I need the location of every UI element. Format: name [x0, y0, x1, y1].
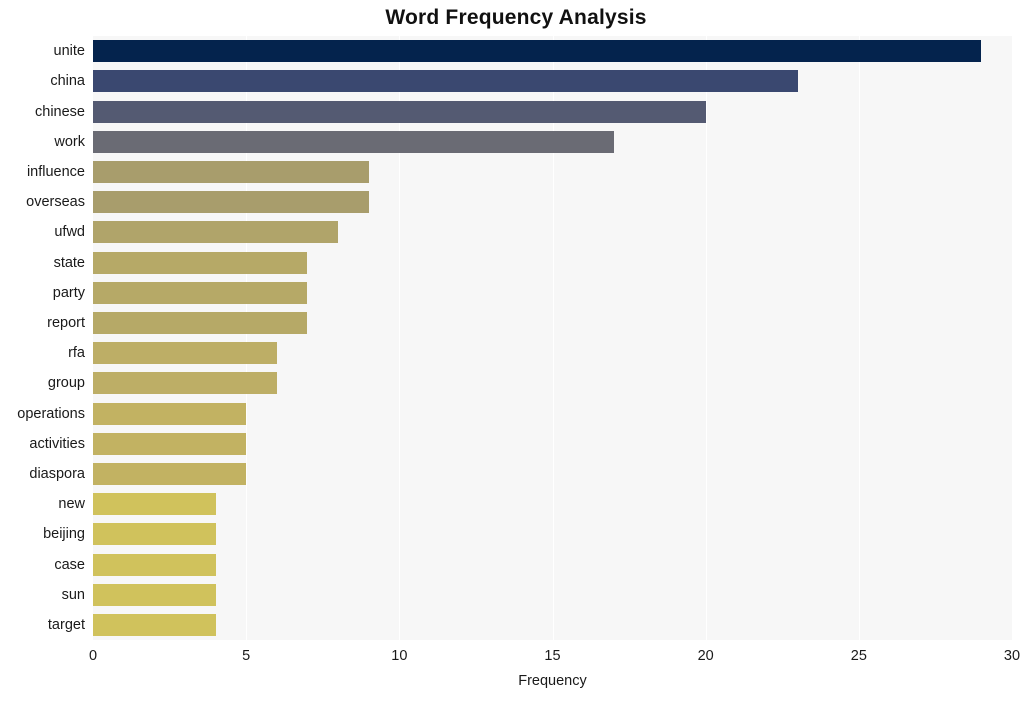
bar-work[interactable]: [93, 130, 614, 153]
gridline-x-15: [552, 36, 554, 640]
plot-area: [93, 36, 1012, 640]
y-tick-label-overseas: overseas: [26, 194, 85, 211]
gridline-x-20: [705, 36, 707, 640]
bar-report[interactable]: [93, 311, 308, 334]
x-tick-label-10: 10: [391, 648, 408, 664]
y-tick-label-work: work: [54, 133, 85, 150]
bar-rfa[interactable]: [93, 342, 277, 365]
y-tick-label-diaspora: diaspora: [29, 465, 85, 482]
bar-target[interactable]: [93, 613, 216, 636]
gridline-x-10: [399, 36, 401, 640]
bar-sun[interactable]: [93, 583, 216, 606]
bar-operations[interactable]: [93, 402, 247, 425]
bar-group[interactable]: [93, 372, 277, 395]
y-tick-label-operations: operations: [17, 405, 85, 422]
bar-ufwd[interactable]: [93, 221, 339, 244]
bar-chinese[interactable]: [93, 100, 706, 123]
bar-china[interactable]: [93, 70, 798, 93]
bar-beijing[interactable]: [93, 523, 216, 546]
y-tick-label-new: new: [58, 496, 85, 513]
bar-influence[interactable]: [93, 160, 369, 183]
gridline-x-25: [858, 36, 860, 640]
bar-state[interactable]: [93, 251, 308, 274]
x-tick-label-15: 15: [544, 648, 561, 664]
bar-unite[interactable]: [93, 40, 982, 63]
y-tick-label-party: party: [52, 284, 85, 301]
y-tick-label-beijing: beijing: [43, 526, 85, 543]
y-tick-label-rfa: rfa: [68, 345, 85, 362]
y-tick-label-chinese: chinese: [35, 103, 85, 120]
x-tick-label-5: 5: [242, 648, 251, 664]
x-tick-label-30: 30: [1003, 648, 1021, 664]
y-tick-label-report: report: [47, 314, 85, 331]
x-axis-title: Frequency: [518, 673, 587, 689]
y-tick-label-sun: sun: [61, 586, 85, 603]
y-tick-label-china: china: [50, 73, 85, 90]
bar-diaspora[interactable]: [93, 462, 247, 485]
y-tick-label-state: state: [53, 254, 85, 271]
bar-overseas[interactable]: [93, 191, 369, 214]
y-tick-label-activities: activities: [29, 435, 85, 452]
x-tick-label-25: 25: [850, 648, 867, 664]
y-axis-tick-labels: unite china chinese work influence overseas uf…: [0, 36, 85, 640]
x-tick-label-0: 0: [88, 648, 98, 664]
gridline-x-5: [246, 36, 248, 640]
bar-case[interactable]: [93, 553, 216, 576]
y-tick-label-unite: unite: [53, 43, 85, 60]
x-tick-label-20: 20: [697, 648, 714, 664]
bar-party[interactable]: [93, 281, 308, 304]
chart-title: Word Frequency Analysis: [385, 6, 647, 29]
bar-new[interactable]: [93, 493, 216, 516]
y-tick-label-ufwd: ufwd: [54, 224, 85, 241]
y-tick-label-influence: influence: [26, 163, 85, 180]
x-axis-tick-labels: 0 5 10 15 20 25 30: [89, 640, 1020, 670]
y-tick-label-case: case: [54, 556, 85, 573]
y-tick-label-target: target: [47, 616, 85, 633]
y-tick-label-group: group: [47, 375, 85, 392]
chart-figure: Word Frequency Analysis unite china chines…: [0, 0, 1032, 701]
bar-activities[interactable]: [93, 432, 247, 455]
